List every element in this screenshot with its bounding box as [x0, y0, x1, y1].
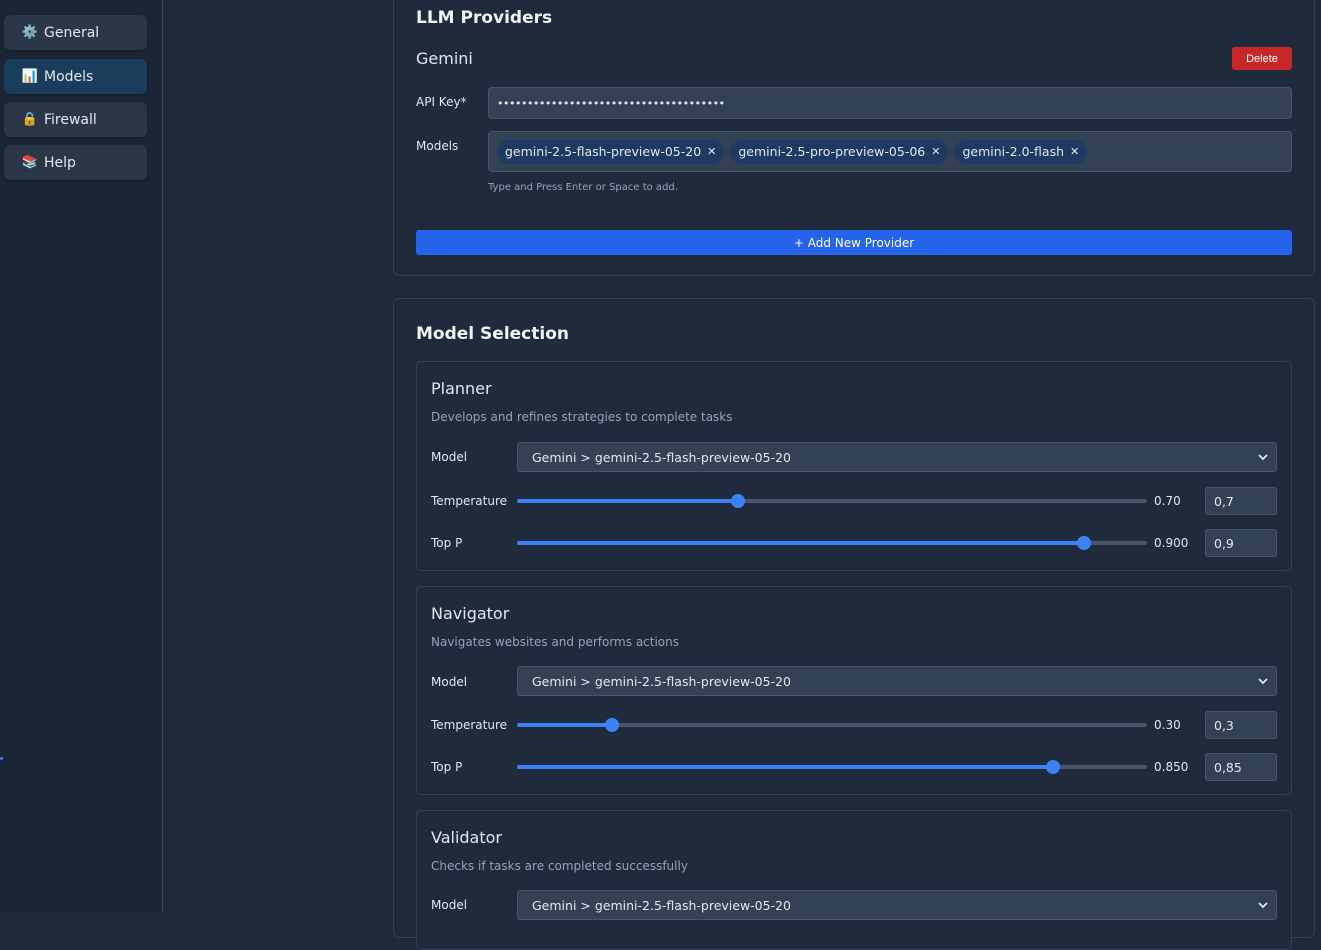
top-p-slider[interactable] — [517, 760, 1147, 774]
top-p-input[interactable]: 0,85 — [1205, 753, 1277, 781]
books-icon: 📚 — [21, 155, 39, 170]
model-label: Model — [431, 898, 468, 912]
agent-description: Develops and refines strategies to compl… — [431, 410, 733, 424]
sidebar-item-label: Models — [44, 68, 94, 85]
sidebar-item-label: Help — [44, 154, 76, 171]
models-label: Models — [416, 139, 459, 153]
slider-thumb[interactable] — [1077, 536, 1091, 550]
agent-name: Validator — [431, 828, 502, 847]
temperature-slider[interactable] — [517, 494, 1147, 508]
remove-tag-icon[interactable]: ✕ — [931, 145, 940, 158]
scroll-indicator — [0, 757, 3, 760]
chevron-down-icon — [1258, 678, 1268, 685]
sidebar-item-label: General — [44, 24, 100, 41]
top-p-label: Top P — [431, 760, 463, 774]
sidebar-item-help[interactable]: 📚 Help — [4, 145, 147, 180]
planner-panel: Planner Develops and refines strategies … — [416, 361, 1292, 571]
top-p-input[interactable]: 0,9 — [1205, 529, 1277, 557]
sidebar-item-models[interactable]: 📊 Models — [4, 59, 147, 94]
temperature-value: 0.30 — [1154, 718, 1181, 732]
sidebar-item-firewall[interactable]: 🔒 Firewall — [4, 102, 147, 137]
chart-icon: 📊 — [21, 69, 39, 84]
models-hint: Type and Press Enter or Space to add. — [488, 182, 678, 193]
model-selection-card: Model Selection Planner Develops and ref… — [393, 298, 1315, 950]
model-tag: gemini-2.0-flash ✕ — [954, 139, 1088, 164]
model-tag-label: gemini-2.5-pro-preview-05-06 — [738, 144, 926, 159]
model-select-value: Gemini > gemini-2.5-flash-preview-05-20 — [532, 449, 791, 465]
agent-name: Navigator — [431, 604, 510, 623]
section-title: LLM Providers — [416, 8, 553, 28]
agent-name: Planner — [431, 379, 492, 398]
top-p-slider[interactable] — [517, 536, 1147, 550]
model-select-value: Gemini > gemini-2.5-flash-preview-05-20 — [532, 673, 791, 689]
api-key-label: API Key* — [416, 95, 467, 109]
gear-icon: ⚙️ — [21, 25, 39, 40]
remove-tag-icon[interactable]: ✕ — [707, 145, 716, 158]
top-p-label: Top P — [431, 536, 463, 550]
temperature-input[interactable]: 0,3 — [1205, 711, 1277, 739]
slider-thumb[interactable] — [1045, 760, 1060, 774]
temperature-label: Temperature — [431, 494, 508, 508]
slider-thumb[interactable] — [730, 494, 745, 508]
model-label: Model — [431, 675, 468, 689]
top-p-value: 0.900 — [1154, 536, 1189, 550]
slider-fill — [517, 499, 738, 503]
temperature-slider[interactable] — [517, 718, 1147, 732]
section-title: Model Selection — [416, 324, 569, 344]
provider-name: Gemini — [416, 49, 473, 68]
model-select[interactable]: Gemini > gemini-2.5-flash-preview-05-20 — [517, 666, 1277, 696]
agent-description: Checks if tasks are completed successful… — [431, 859, 688, 873]
model-tag-label: gemini-2.0-flash — [962, 144, 1065, 159]
chevron-down-icon — [1258, 902, 1268, 909]
model-select[interactable]: Gemini > gemini-2.5-flash-preview-05-20 — [517, 442, 1277, 472]
temperature-label: Temperature — [431, 718, 508, 732]
agent-description: Navigates websites and performs actions — [431, 635, 680, 649]
llm-providers-card: LLM Providers Gemini Delete API Key* •••… — [393, 0, 1315, 276]
model-select-value: Gemini > gemini-2.5-flash-preview-05-20 — [532, 897, 791, 913]
navigator-panel: Navigator Navigates websites and perform… — [416, 586, 1292, 795]
lock-icon: 🔒 — [21, 112, 39, 127]
slider-thumb[interactable] — [604, 718, 619, 732]
model-tag: gemini-2.5-pro-preview-05-06 ✕ — [730, 139, 949, 164]
delete-provider-button[interactable]: Delete — [1232, 47, 1292, 70]
slider-fill — [517, 765, 1053, 769]
model-tag-label: gemini-2.5-flash-preview-05-20 — [505, 144, 702, 159]
sidebar-item-label: Firewall — [44, 111, 97, 128]
temperature-input[interactable]: 0,7 — [1205, 487, 1277, 515]
remove-tag-icon[interactable]: ✕ — [1070, 145, 1079, 158]
sidebar-item-general[interactable]: ⚙️ General — [4, 15, 147, 50]
sidebar: ⚙️ General 📊 Models 🔒 Firewall 📚 Help — [0, 0, 163, 912]
model-label: Model — [431, 450, 468, 464]
temperature-value: 0.70 — [1154, 494, 1181, 508]
model-tag: gemini-2.5-flash-preview-05-20 ✕ — [497, 139, 725, 164]
slider-fill — [517, 723, 612, 727]
chevron-down-icon — [1258, 454, 1268, 461]
api-key-field[interactable]: •••••••••••••••••••••••••••••••••••••• — [488, 87, 1292, 119]
model-select[interactable]: Gemini > gemini-2.5-flash-preview-05-20 — [517, 890, 1277, 920]
models-tag-input[interactable]: gemini-2.5-flash-preview-05-20 ✕ gemini-2… — [488, 131, 1292, 172]
validator-panel: Validator Checks if tasks are completed … — [416, 810, 1292, 950]
slider-fill — [517, 541, 1084, 545]
add-provider-button[interactable]: + Add New Provider — [416, 230, 1292, 255]
top-p-value: 0.850 — [1154, 760, 1189, 774]
